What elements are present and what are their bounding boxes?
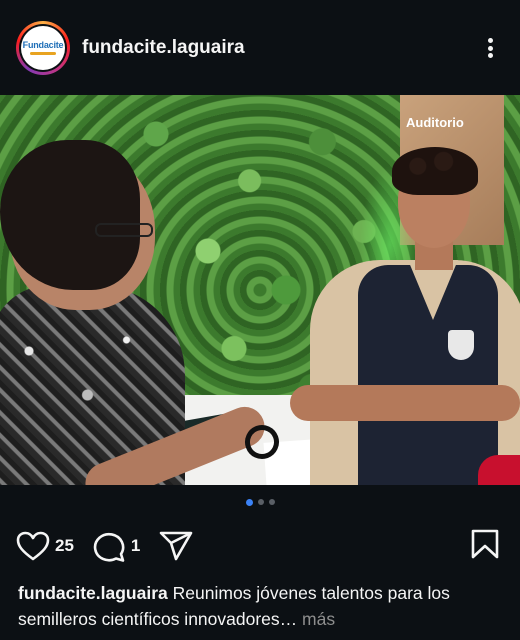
carousel-dot (268, 499, 275, 505)
more-dot (487, 38, 493, 43)
like-count[interactable]: 25 (55, 536, 74, 556)
bookmark-icon (471, 529, 499, 559)
share-button[interactable] (158, 530, 194, 562)
photo-red-sleeve (478, 455, 520, 485)
comment-button[interactable]: 1 (92, 530, 140, 562)
comment-count[interactable]: 1 (131, 536, 140, 556)
caption-more-link[interactable]: más (302, 609, 335, 629)
more-dot (487, 53, 493, 58)
carousel-dot (257, 499, 264, 505)
more-dot (487, 45, 493, 51)
photo-woman-hair (0, 140, 140, 290)
caption-ellipsis: … (279, 609, 298, 629)
avatar: Fundacite (21, 25, 65, 70)
comment-icon (93, 532, 125, 562)
more-options-icon[interactable] (478, 36, 502, 60)
save-button[interactable] (470, 528, 500, 565)
carousel-dot-active (245, 498, 253, 506)
post-actions: 25 1 (0, 525, 520, 567)
post-header: Fundacite fundacite.laguaira (0, 0, 520, 95)
heart-icon (16, 531, 50, 561)
carousel-indicator (0, 498, 520, 506)
photo-boy-hair (392, 147, 478, 195)
photo-school-emblem (448, 330, 474, 360)
avatar-frame: Fundacite (19, 23, 67, 72)
avatar-logo-bar (30, 52, 56, 55)
post-caption: fundacite.laguaira Reunimos jóvenes tale… (18, 580, 508, 632)
share-icon (160, 531, 193, 561)
story-ring[interactable]: Fundacite (16, 20, 70, 75)
post-username[interactable]: fundacite.laguaira (82, 37, 245, 59)
photo-woman-glasses (95, 223, 153, 237)
caption-username[interactable]: fundacite.laguaira (18, 583, 168, 603)
photo-boy-arm (290, 385, 520, 421)
avatar-logo: Fundacite (22, 40, 64, 50)
photo-sign-text: Auditorio (406, 115, 464, 130)
post-photo[interactable]: Auditorio (0, 95, 520, 485)
like-button[interactable]: 25 (16, 531, 74, 561)
